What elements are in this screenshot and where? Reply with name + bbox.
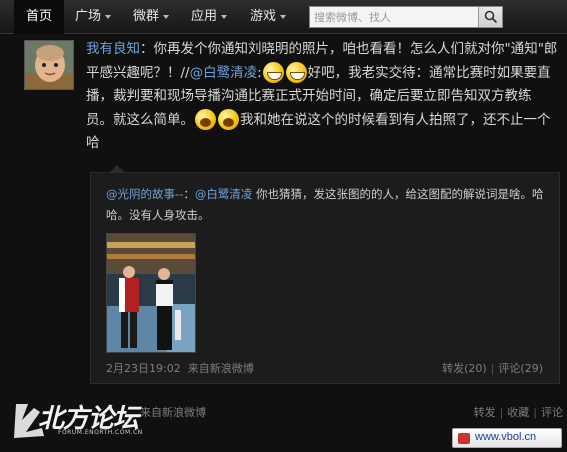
favorite-link[interactable]: 收藏 bbox=[507, 406, 529, 419]
post-text-part-2: // bbox=[180, 64, 190, 81]
quoted-text: @光阴的故事--：@白鹭清凌 你也猜猜，发这张图的的人，给这图配的解说词是啥。哈… bbox=[106, 184, 551, 226]
quoted-comment-link[interactable]: 评论(29) bbox=[498, 362, 543, 375]
laugh-cry-emoji-icon bbox=[218, 109, 239, 130]
nav-groups-label: 微群 bbox=[133, 9, 160, 24]
avatar[interactable] bbox=[24, 40, 74, 90]
post-author-link[interactable]: 我有良知 bbox=[86, 41, 140, 57]
laugh-emoji-icon bbox=[285, 62, 307, 83]
quote-pointer bbox=[110, 165, 124, 172]
search-button[interactable] bbox=[478, 7, 502, 27]
nav-apps-label: 应用 bbox=[191, 9, 218, 24]
nav-square-label: 广场 bbox=[75, 9, 102, 24]
quoted-photo[interactable] bbox=[106, 233, 196, 353]
nav-apps[interactable]: 应用 bbox=[191, 0, 228, 34]
search-icon bbox=[484, 10, 498, 24]
quoted-colon: ： bbox=[183, 187, 195, 201]
quoted-mention-link[interactable]: @白鹭清凌 bbox=[195, 187, 253, 201]
post-text: 我有良知：你再发个你通知刘晓明的照片，咱也看看！怎么人们就对你"通知"郎平感兴趣… bbox=[86, 38, 558, 156]
top-nav-bar: 首页 广场 微群 应用 游戏 bbox=[0, 0, 567, 34]
search-box bbox=[309, 6, 503, 28]
repost-link[interactable]: 转发 bbox=[474, 406, 496, 419]
site-logo-icon bbox=[458, 433, 470, 444]
quoted-author-link[interactable]: @光阴的故事-- bbox=[106, 187, 183, 201]
site-badge: www.vbol.cn bbox=[452, 428, 562, 448]
chevron-down-icon bbox=[280, 14, 287, 19]
comment-link[interactable]: 评论 bbox=[541, 406, 563, 419]
nav-groups[interactable]: 微群 bbox=[133, 0, 170, 34]
quoted-time-link[interactable]: 2月23日19:02 bbox=[106, 362, 181, 375]
laugh-emoji-icon bbox=[262, 62, 284, 83]
search-input[interactable] bbox=[314, 7, 478, 27]
chevron-down-icon bbox=[221, 14, 228, 19]
quoted-meta: 2月23日19:02 来自新浪微博 bbox=[106, 360, 254, 376]
nav-games[interactable]: 游戏 bbox=[250, 0, 287, 34]
quoted-repost-link[interactable]: 转发(20) bbox=[442, 362, 487, 375]
post-actions: 转发 | 收藏 | 评论 bbox=[474, 404, 563, 420]
chevron-down-icon bbox=[163, 14, 170, 19]
laugh-cry-emoji-icon bbox=[195, 109, 216, 130]
quoted-post: @光阴的故事--：@白鹭清凌 你也猜猜，发这张图的的人，给这图配的解说词是啥。哈… bbox=[90, 172, 560, 384]
post-text-part-3: : bbox=[257, 64, 262, 81]
post-mention-link[interactable]: @白鹭清凌 bbox=[190, 65, 258, 81]
quoted-actions: 转发(20) | 评论(29) bbox=[442, 360, 543, 376]
divider: | bbox=[533, 406, 537, 419]
watermark-sub-text: FORUM.ENORTH.COM.CN bbox=[58, 429, 143, 436]
nav-square[interactable]: 广场 bbox=[75, 0, 112, 34]
divider: | bbox=[490, 362, 495, 375]
chevron-down-icon bbox=[105, 14, 112, 19]
forum-watermark-logo: 北方论坛 FORUM.ENORTH.COM.CN bbox=[10, 396, 160, 446]
site-badge-text: www.vbol.cn bbox=[475, 431, 537, 443]
nav-games-label: 游戏 bbox=[250, 9, 277, 24]
quoted-source-link[interactable]: 来自新浪微博 bbox=[188, 362, 254, 375]
divider: | bbox=[499, 406, 504, 419]
nav-home-label: 首页 bbox=[26, 9, 53, 24]
nav-home[interactable]: 首页 bbox=[14, 0, 65, 34]
